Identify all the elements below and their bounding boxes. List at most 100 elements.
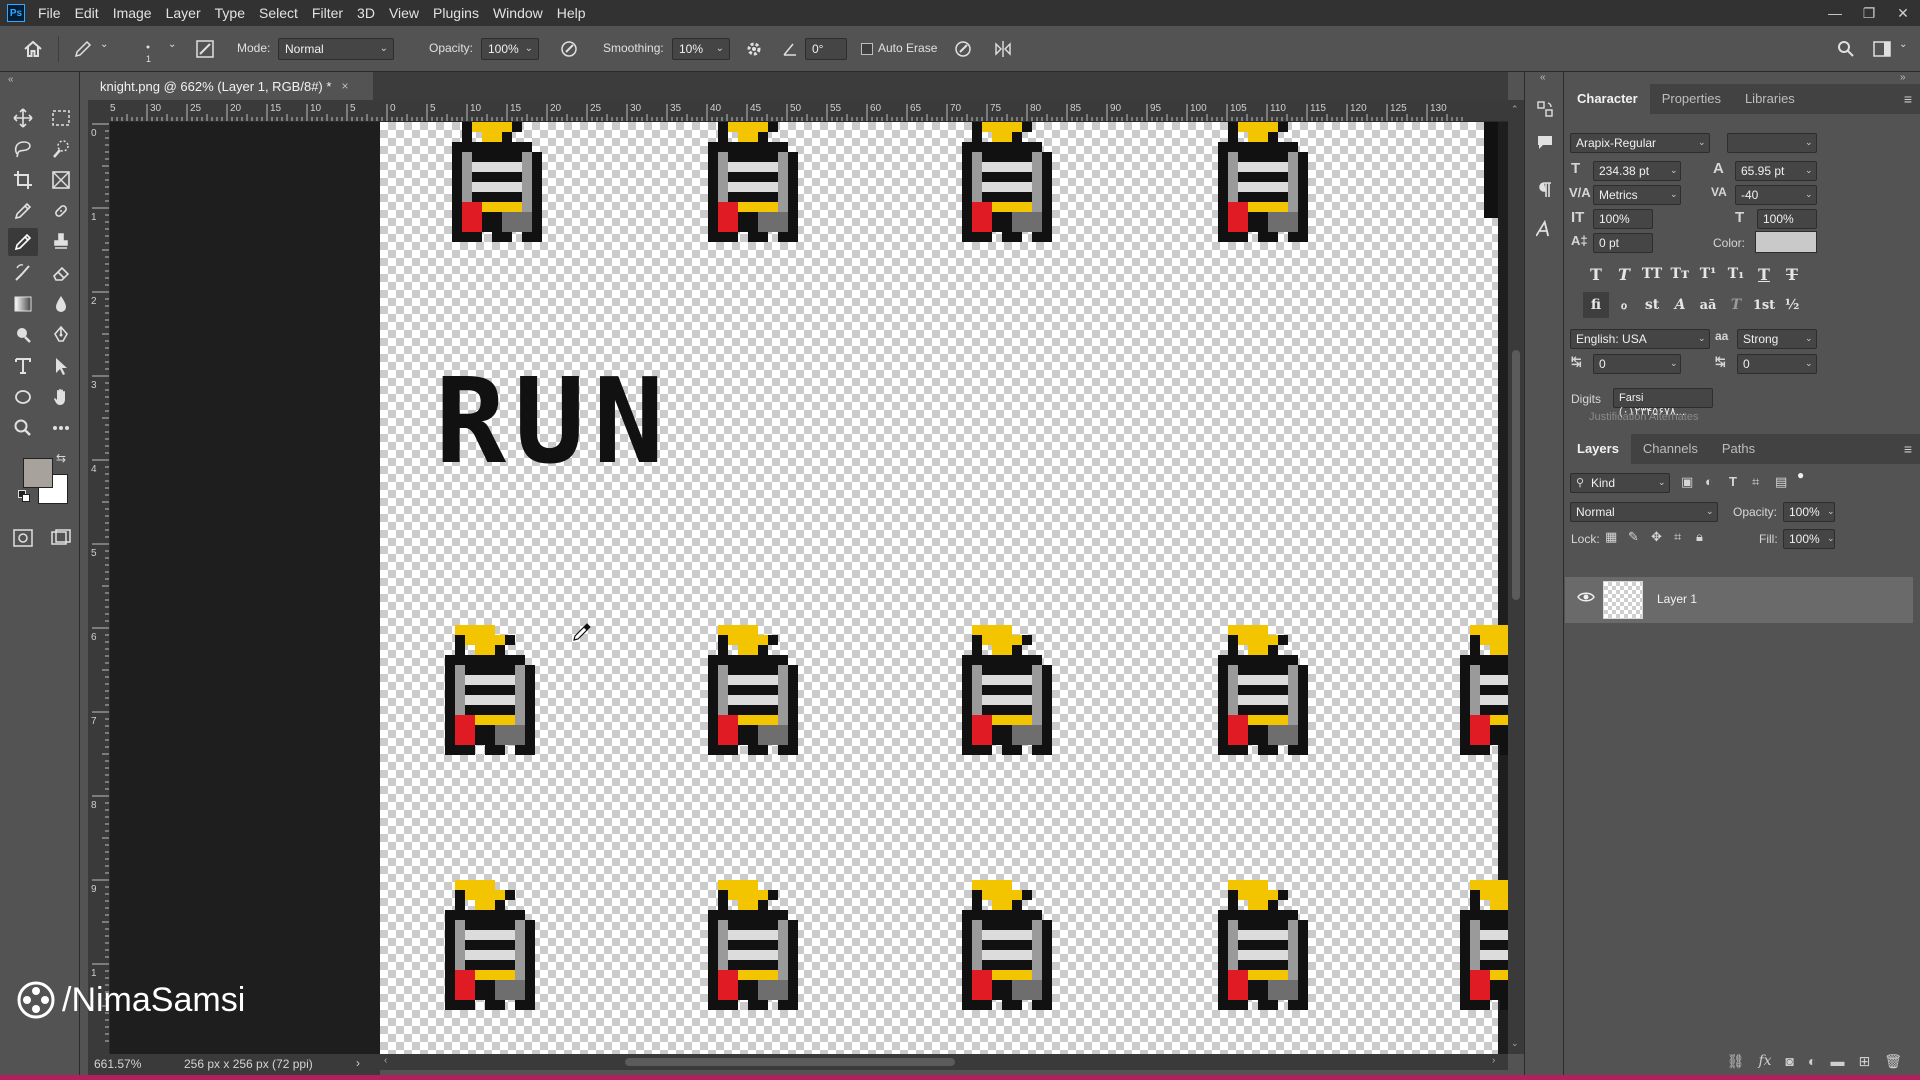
horizontal-scrollbar[interactable]: ‹ › [380, 1054, 1508, 1070]
font-size-input[interactable]: 234.38 pt [1593, 161, 1681, 181]
link-layers-icon[interactable]: ⛓ [1727, 1053, 1745, 1070]
document-canvas[interactable]: RUN [380, 122, 1508, 1054]
new-group-icon[interactable]: ▬ [1830, 1053, 1844, 1069]
screen-mode-icon[interactable] [46, 524, 76, 552]
ordinals-button[interactable]: 1st [1751, 292, 1777, 318]
eyedropper-tool-icon[interactable] [8, 197, 38, 225]
marquee-tool-icon[interactable] [46, 104, 76, 132]
workspace-icon[interactable] [1869, 36, 1895, 62]
menu-select[interactable]: Select [252, 0, 305, 26]
lock-transparent-icon[interactable]: ▦ [1605, 529, 1617, 545]
menu-file[interactable]: File [31, 0, 68, 26]
auto-erase-checkbox[interactable] [854, 36, 880, 62]
blur-tool-icon[interactable] [46, 290, 76, 318]
horizontal-scroll-thumb[interactable] [625, 1058, 955, 1066]
fractions-button[interactable]: ½ [1779, 292, 1805, 318]
brush-size-caret-icon[interactable]: ⌄ [168, 39, 176, 50]
filter-pixel-icon[interactable]: ▣ [1681, 474, 1693, 490]
menu-layer[interactable]: Layer [159, 0, 208, 26]
layer-thumbnail[interactable] [1603, 581, 1643, 619]
vertical-scrollbar[interactable]: ⌃ ⌄ [1508, 100, 1524, 1054]
menu-help[interactable]: Help [550, 0, 593, 26]
standard-ligatures-button[interactable]: fi [1583, 292, 1609, 318]
document-tab[interactable]: knight.png @ 662% (Layer 1, RGB/8#) * × [88, 72, 373, 100]
indent-left-input[interactable]: 0 [1593, 354, 1681, 374]
menu-edit[interactable]: Edit [68, 0, 106, 26]
font-style-dropdown[interactable] [1727, 133, 1817, 153]
history-panel-icon[interactable] [1530, 94, 1560, 124]
search-icon[interactable] [1833, 36, 1859, 62]
glyphs-panel-icon[interactable] [1530, 214, 1560, 244]
vertical-ruler[interactable]: 0 1 2 3 4 5 6 7 8 9 1 [88, 122, 110, 1054]
all-caps-button[interactable]: TT [1639, 261, 1665, 287]
layer-filter-dropdown[interactable]: Kind [1570, 473, 1670, 493]
swash-button[interactable]: A [1667, 292, 1693, 318]
collapse-panels-icon[interactable]: » [1900, 72, 1906, 83]
dodge-tool-icon[interactable] [8, 321, 38, 349]
digits-dropdown[interactable]: Farsi (۰۱۲۳۴۵۶۷۸... [1613, 388, 1713, 418]
paragraph-panel-icon[interactable] [1530, 175, 1560, 205]
menu-image[interactable]: Image [106, 0, 159, 26]
faux-bold-button[interactable]: T [1583, 261, 1609, 287]
subscript-button[interactable]: T₁ [1723, 261, 1749, 287]
crop-tool-icon[interactable] [8, 166, 38, 194]
new-layer-icon[interactable]: ⊞ [1858, 1053, 1870, 1070]
menu-window[interactable]: Window [486, 0, 550, 26]
close-tab-icon[interactable]: × [341, 79, 348, 93]
scroll-up-icon[interactable]: ⌃ [1511, 104, 1519, 115]
foreground-color-swatch[interactable] [23, 458, 53, 488]
eye-icon[interactable] [1577, 591, 1595, 603]
lock-image-icon[interactable]: ✎ [1628, 529, 1639, 545]
lock-position-icon[interactable]: ✥ [1651, 529, 1662, 545]
home-icon[interactable] [20, 36, 46, 62]
preset-caret-icon[interactable]: ⌄ [100, 39, 108, 50]
filter-shape-icon[interactable]: ⌗ [1752, 474, 1759, 490]
small-caps-button[interactable]: Tт [1667, 261, 1693, 287]
status-menu-icon[interactable]: › [356, 1056, 360, 1070]
menu-view[interactable]: View [382, 0, 426, 26]
more-tools-icon[interactable] [46, 414, 76, 442]
gradient-tool-icon[interactable] [8, 290, 38, 318]
layer-row[interactable]: Layer 1 [1565, 577, 1913, 623]
horizontal-scale-input[interactable]: 100% [1757, 209, 1817, 229]
vertical-scroll-thumb[interactable] [1512, 350, 1520, 600]
pen-tool-icon[interactable] [46, 321, 76, 349]
filter-type-icon[interactable]: T [1729, 474, 1737, 489]
baseline-shift-input[interactable]: 0 pt [1593, 233, 1653, 253]
lasso-tool-icon[interactable] [8, 135, 38, 163]
frame-tool-icon[interactable] [46, 166, 76, 194]
tab-layers[interactable]: Layers [1565, 434, 1631, 464]
path-selection-tool-icon[interactable] [46, 352, 76, 380]
menu-3d[interactable]: 3D [350, 0, 382, 26]
history-brush-tool-icon[interactable] [8, 259, 38, 287]
workspace-caret-icon[interactable]: ⌄ [1899, 39, 1907, 50]
angle-input[interactable]: 0° [805, 38, 847, 60]
swap-colors-icon[interactable]: ⇆ [56, 451, 66, 465]
clone-stamp-tool-icon[interactable] [46, 228, 76, 256]
menu-plugins[interactable]: Plugins [426, 0, 486, 26]
ellipse-tool-icon[interactable] [8, 383, 38, 411]
language-dropdown[interactable]: English: USA [1570, 329, 1710, 349]
lock-all-icon[interactable]: 🔒︎ [1696, 529, 1703, 545]
opacity-input[interactable]: 100% ⌄ [481, 38, 539, 60]
move-tool-icon[interactable] [8, 104, 38, 132]
close-window-button[interactable]: ✕ [1886, 0, 1920, 26]
mode-dropdown[interactable]: Normal ⌄ [278, 38, 394, 60]
layer-style-icon[interactable]: fx [1758, 1053, 1771, 1069]
default-colors-icon[interactable] [18, 490, 30, 502]
superscript-button[interactable]: T¹ [1695, 261, 1721, 287]
strikethrough-button[interactable]: T [1779, 261, 1805, 287]
zoom-level[interactable]: 661.57% [94, 1057, 141, 1071]
layer-blend-mode-dropdown[interactable]: Normal [1570, 502, 1718, 522]
filter-smart-object-icon[interactable]: ▤ [1775, 474, 1787, 490]
zoom-tool-icon[interactable] [8, 414, 38, 442]
underline-button[interactable]: T [1751, 261, 1777, 287]
scroll-right-icon[interactable]: › [1492, 1055, 1495, 1066]
pencil-tool-icon[interactable] [8, 228, 38, 256]
type-tool-icon[interactable] [8, 352, 38, 380]
character-panel-menu-icon[interactable]: ≡ [1904, 91, 1912, 107]
smoothing-input[interactable]: 10% ⌄ [672, 38, 730, 60]
layer-name[interactable]: Layer 1 [1657, 592, 1697, 606]
brush-settings-panel-icon[interactable] [192, 36, 218, 62]
lock-artboard-icon[interactable]: ⌗ [1674, 529, 1681, 545]
